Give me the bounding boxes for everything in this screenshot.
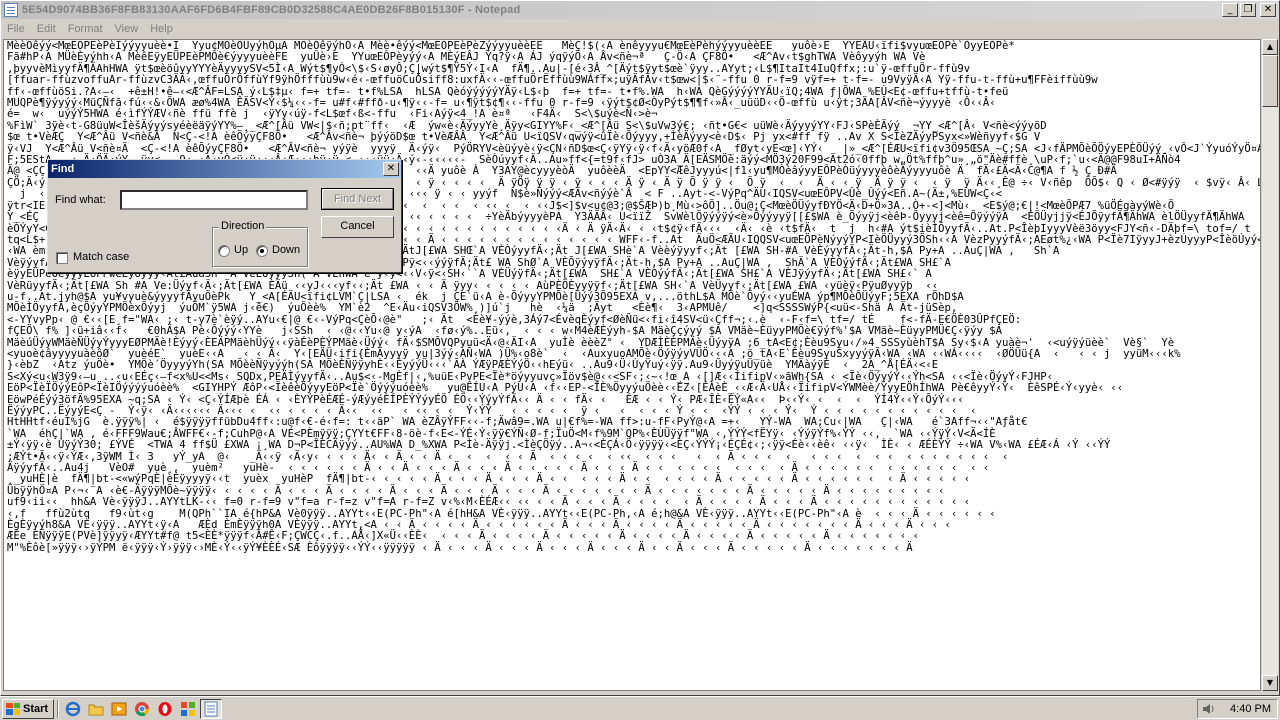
direction-down-radio[interactable] bbox=[256, 245, 268, 257]
match-case-checkbox[interactable] bbox=[56, 252, 68, 264]
ie-icon[interactable] bbox=[62, 699, 84, 719]
find-what-input[interactable] bbox=[120, 190, 308, 210]
find-dialog-close-icon[interactable]: ✕ bbox=[383, 162, 399, 176]
scroll-down-icon[interactable]: ▼ bbox=[1262, 675, 1278, 691]
direction-group: Direction Up Down bbox=[212, 220, 308, 267]
direction-label: Direction bbox=[219, 220, 267, 232]
taskbar: Start 4:40 PM bbox=[0, 696, 1280, 720]
find-next-label: Find Next bbox=[322, 189, 393, 209]
start-button[interactable]: Start bbox=[2, 698, 54, 719]
menu-bar: File Edit Format View Help bbox=[1, 20, 1279, 38]
windows-flag-icon bbox=[6, 702, 20, 715]
find-what-label: Find what: bbox=[55, 194, 106, 206]
minimize-button[interactable]: _ bbox=[1222, 3, 1238, 17]
window-title: 5E54D9074BB36F8FB83130AAF6FD6B4FBF89CB0D… bbox=[22, 4, 521, 16]
find-dialog-title-bar[interactable]: Find ✕ bbox=[48, 160, 401, 178]
match-case-label: Match case bbox=[73, 251, 130, 263]
media-player-icon[interactable] bbox=[108, 699, 130, 719]
vertical-scrollbar[interactable]: ▲ ▼ bbox=[1262, 39, 1278, 691]
opera-icon[interactable] bbox=[154, 699, 176, 719]
maximize-button[interactable]: ❐ bbox=[1240, 3, 1256, 17]
close-button[interactable]: ✕ bbox=[1260, 3, 1276, 17]
menu-edit[interactable]: Edit bbox=[31, 23, 62, 35]
notepad-window: 5E54D9074BB36F8FB83130AAF6FD6B4FBF89CB0D… bbox=[0, 0, 1280, 696]
menu-help[interactable]: Help bbox=[144, 23, 179, 35]
system-tray: 4:40 PM bbox=[1197, 698, 1278, 719]
menu-file[interactable]: File bbox=[1, 23, 31, 35]
start-label: Start bbox=[23, 702, 49, 715]
volume-icon[interactable] bbox=[1202, 703, 1216, 715]
scroll-thumb[interactable] bbox=[1262, 55, 1278, 107]
direction-down-label: Down bbox=[272, 244, 301, 256]
direction-up-radio[interactable] bbox=[218, 245, 230, 257]
text-editor[interactable]: MèèÕêýý<MœEÕPEèPèIýýyyuèè•I Yyu¢MÕèÕÜyýh… bbox=[3, 39, 1261, 691]
find-next-button[interactable]: Find Next bbox=[321, 188, 394, 210]
direction-up-label: Up bbox=[234, 244, 249, 256]
title-bar[interactable]: 5E54D9074BB36F8FB83130AAF6FD6B4FBF89CB0D… bbox=[1, 1, 1279, 19]
menu-view[interactable]: View bbox=[109, 23, 145, 35]
menu-format[interactable]: Format bbox=[62, 23, 109, 35]
app-grid-icon[interactable] bbox=[177, 699, 199, 719]
notepad-taskbar-icon[interactable] bbox=[200, 698, 222, 719]
clock[interactable]: 4:40 PM bbox=[1230, 703, 1271, 715]
find-dialog: Find ✕ Find what: Find Next Cancel Direc… bbox=[47, 159, 402, 273]
folder-icon[interactable] bbox=[85, 699, 107, 719]
find-dialog-title: Find bbox=[51, 163, 75, 175]
scroll-up-icon[interactable]: ▲ bbox=[1262, 39, 1278, 55]
notepad-icon bbox=[4, 3, 18, 17]
editor-content: MèèÕêýý<MœEÕPEèPèIýýyyuèè•I Yyu¢MÕèÕÜyýh… bbox=[7, 40, 1261, 554]
chrome-icon[interactable] bbox=[131, 699, 153, 719]
cancel-button[interactable]: Cancel bbox=[321, 216, 394, 238]
taskbar-separator bbox=[57, 699, 59, 718]
